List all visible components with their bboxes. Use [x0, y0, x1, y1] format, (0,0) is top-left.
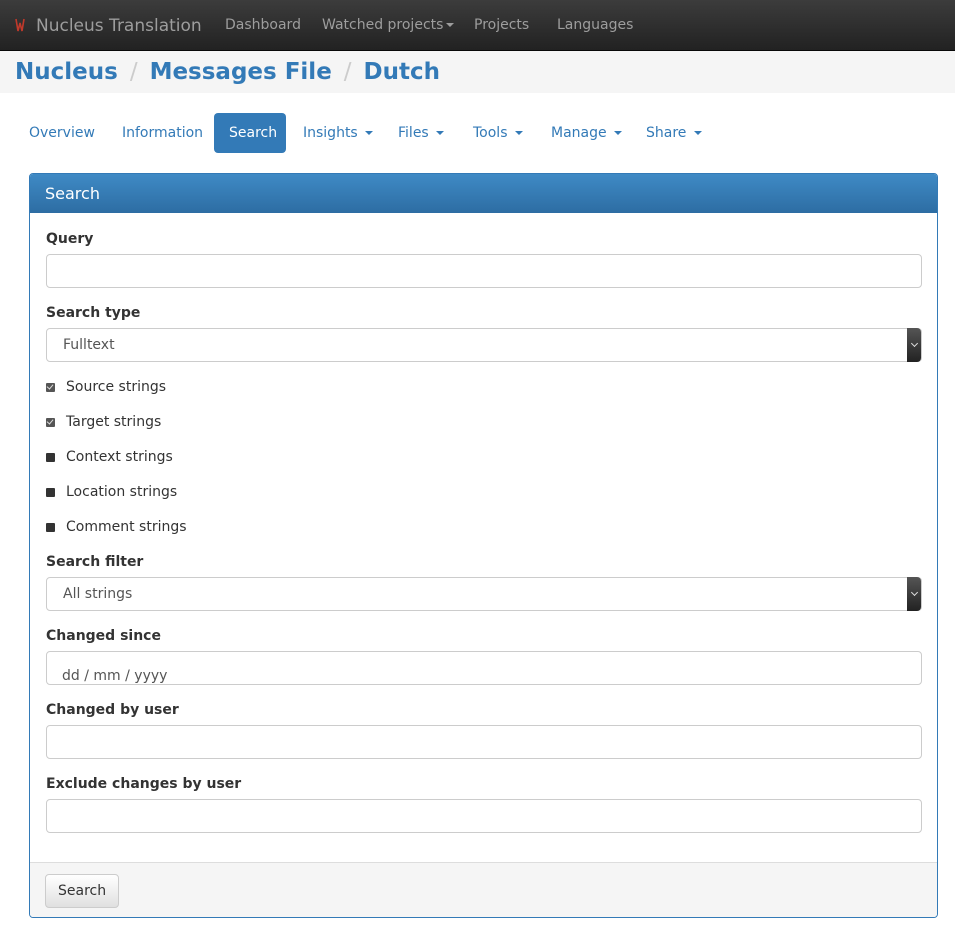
- changed-since-date-input[interactable]: dd / mm / yyyy: [46, 651, 922, 685]
- search-filter-label: Search filter: [46, 554, 144, 570]
- search-filter-select[interactable]: All strings: [46, 577, 922, 611]
- brand-link[interactable]: Nucleus Translation: [14, 0, 202, 51]
- checkbox-label: Context strings: [66, 449, 173, 465]
- changed-by-user-input[interactable]: [46, 725, 922, 759]
- tab-insights-label: Insights: [303, 125, 358, 141]
- search-submit-button[interactable]: Search: [45, 874, 120, 908]
- search-type-value: Fulltext: [63, 337, 115, 353]
- breadcrumb-component[interactable]: Messages File: [150, 59, 332, 85]
- chevron-down-icon: [446, 23, 455, 27]
- tab-information[interactable]: Information: [107, 113, 218, 153]
- chevron-down-icon: [514, 131, 523, 135]
- tab-overview[interactable]: Overview: [14, 113, 110, 153]
- panel-title: Search: [30, 174, 937, 213]
- tab-share[interactable]: Share: [631, 113, 717, 153]
- breadcrumb: Nucleus / Messages File / Dutch: [15, 51, 440, 93]
- tab-search[interactable]: Search: [214, 113, 286, 153]
- checkbox-unchecked-icon[interactable]: [46, 452, 55, 462]
- changed-since-label: Changed since: [46, 628, 161, 644]
- breadcrumb-separator: /: [129, 59, 138, 85]
- nav-languages[interactable]: Languages: [557, 0, 633, 51]
- checkbox-checked-icon[interactable]: [46, 382, 55, 392]
- chevron-down-icon: [614, 131, 623, 135]
- breadcrumb-separator: /: [343, 59, 352, 85]
- exclude-user-label: Exclude changes by user: [46, 776, 242, 792]
- checkbox-checked-icon[interactable]: [46, 417, 55, 427]
- checkbox-label: Source strings: [66, 379, 167, 395]
- tab-share-label: Share: [646, 125, 687, 141]
- nav-projects[interactable]: Projects: [474, 0, 529, 51]
- chevron-down-icon: [693, 131, 702, 135]
- chevron-down-icon: [436, 131, 445, 135]
- tab-tools[interactable]: Tools: [458, 113, 538, 153]
- tab-insights[interactable]: Insights: [288, 113, 388, 153]
- weblate-logo-icon: [15, 18, 25, 31]
- brand-name: Nucleus Translation: [36, 15, 202, 36]
- top-navbar: Nucleus Translation Dashboard Watched pr…: [0, 0, 955, 51]
- exclude-user-input[interactable]: [46, 799, 922, 833]
- search-type-label: Search type: [46, 305, 141, 321]
- select-arrow-icon: [907, 577, 921, 611]
- checkbox-label: Comment strings: [66, 519, 187, 535]
- search-type-select[interactable]: Fulltext: [46, 328, 922, 362]
- query-input[interactable]: [46, 254, 922, 288]
- tab-files[interactable]: Files: [383, 113, 459, 153]
- chevron-down-icon: [365, 131, 374, 135]
- checkbox-location-strings[interactable]: Location strings: [46, 482, 177, 502]
- query-label: Query: [46, 231, 94, 247]
- checkbox-unchecked-icon[interactable]: [46, 522, 55, 532]
- nav-dashboard[interactable]: Dashboard: [225, 0, 301, 51]
- date-placeholder: dd / mm / yyyy: [62, 668, 168, 684]
- panel-footer: Search: [30, 862, 937, 917]
- checkbox-target-strings[interactable]: Target strings: [46, 412, 161, 432]
- nav-watched-projects[interactable]: Watched projects: [322, 0, 455, 51]
- checkbox-source-strings[interactable]: Source strings: [46, 377, 166, 397]
- breadcrumb-project[interactable]: Nucleus: [15, 59, 118, 85]
- tab-tools-label: Tools: [473, 125, 508, 141]
- nav-watched-projects-label: Watched projects: [322, 17, 444, 33]
- tab-manage[interactable]: Manage: [536, 113, 637, 153]
- search-filter-value: All strings: [63, 586, 133, 602]
- tab-files-label: Files: [398, 125, 429, 141]
- checkbox-comment-strings[interactable]: Comment strings: [46, 517, 187, 537]
- checkbox-context-strings[interactable]: Context strings: [46, 447, 173, 467]
- tab-manage-label: Manage: [551, 125, 607, 141]
- checkbox-label: Target strings: [66, 414, 162, 430]
- breadcrumb-language[interactable]: Dutch: [364, 59, 440, 85]
- search-panel: Search Query Search type Fulltext Source…: [29, 173, 938, 918]
- select-arrow-icon: [907, 328, 921, 362]
- checkbox-unchecked-icon[interactable]: [46, 487, 55, 497]
- checkbox-label: Location strings: [66, 484, 178, 500]
- changed-by-user-label: Changed by user: [46, 702, 179, 718]
